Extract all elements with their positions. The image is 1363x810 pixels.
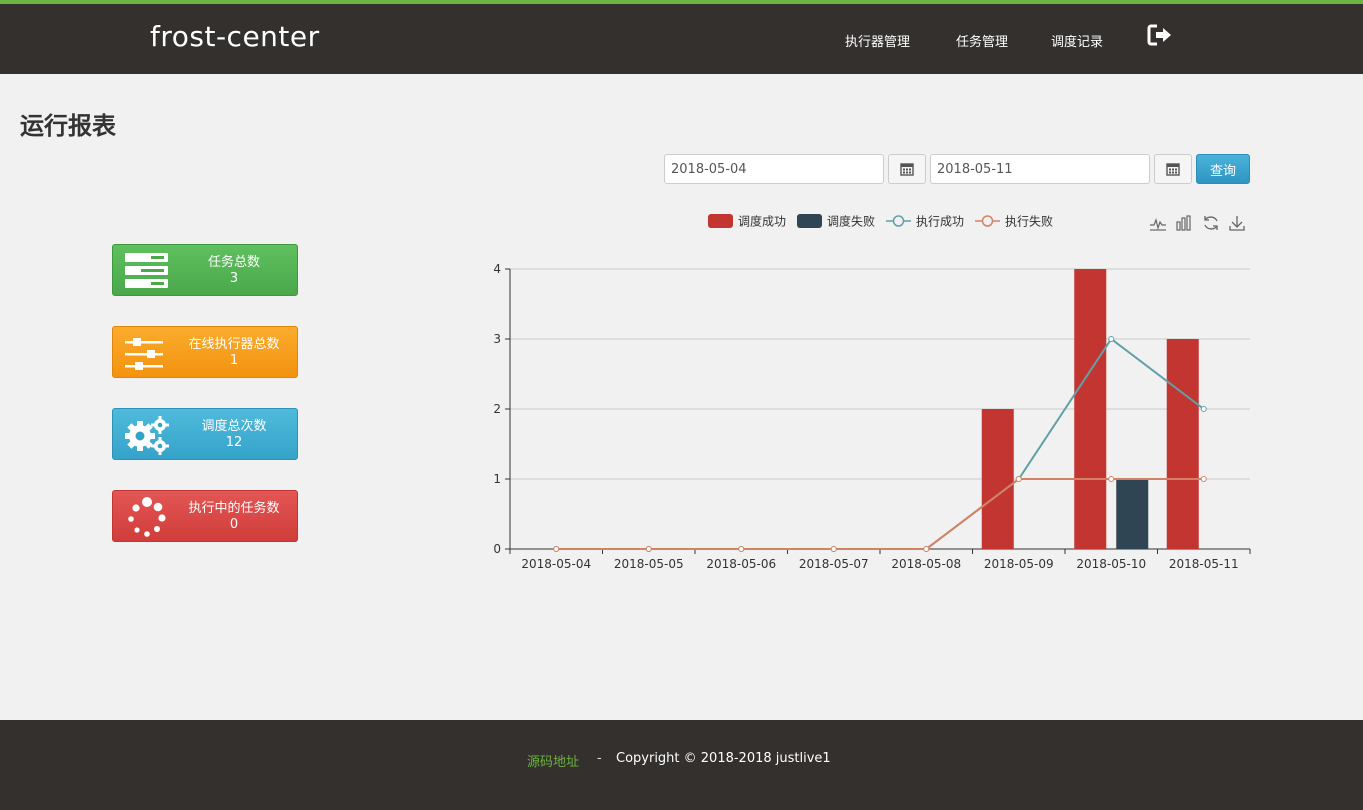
card-value: 1: [229, 353, 239, 368]
page-title: 运行报表: [20, 112, 116, 140]
card-online-executors: 在线执行器总数 1: [112, 326, 298, 378]
y-tick-label: 0: [493, 542, 501, 556]
data-point: [645, 546, 652, 552]
end-date-input[interactable]: [930, 154, 1150, 184]
data-point: [738, 546, 745, 552]
y-tick-label: 1: [493, 472, 501, 486]
data-point: [830, 546, 837, 552]
calendar-icon: [1166, 163, 1180, 176]
card-value: 3: [229, 271, 239, 286]
card-total-tasks: 任务总数 3: [112, 244, 298, 296]
data-point: [830, 546, 837, 552]
x-tick-label: 2018-05-04: [521, 557, 591, 571]
y-tick-label: 3: [493, 332, 501, 346]
data-point: [553, 546, 560, 552]
line-chart-icon[interactable]: [1150, 218, 1166, 231]
data-point: [645, 546, 652, 552]
bar-chart-icon[interactable]: [1176, 215, 1191, 231]
gears-icon: [125, 416, 169, 455]
data-point: [1015, 476, 1022, 482]
data-point: [553, 546, 560, 552]
legend-label: 调度失败: [827, 214, 875, 229]
page-footer: 源码地址 - Copyright © 2018-2018 justlive1: [0, 720, 1363, 810]
sliders-icon: [125, 338, 163, 370]
card-title: 任务总数: [207, 255, 260, 270]
data-point: [1200, 406, 1207, 412]
legend-label: 执行失败: [1005, 214, 1053, 229]
data-point: [1108, 476, 1115, 482]
x-tick-label: 2018-05-10: [1076, 557, 1146, 571]
x-tick-label: 2018-05-05: [614, 557, 684, 571]
series-line-exec-failure: [556, 478, 1204, 550]
top-navbar: frost-center 执行器管理 任务管理 调度记录: [0, 0, 1363, 74]
spinner-icon: [128, 497, 166, 537]
footer-separator: -: [597, 751, 602, 766]
nav-task-management[interactable]: 任务管理: [956, 31, 1008, 50]
nav-executor-management[interactable]: 执行器管理: [845, 31, 910, 50]
card-value: 0: [229, 517, 239, 532]
card-total-dispatches: 调度总次数 12: [112, 408, 298, 460]
bar-dispatch-success: [1074, 269, 1107, 549]
brand-logo[interactable]: frost-center: [150, 20, 320, 53]
download-icon[interactable]: [1229, 216, 1245, 231]
calendar-icon: [900, 163, 914, 176]
server-icon: [125, 253, 168, 288]
nav-dispatch-log[interactable]: 调度记录: [1051, 31, 1103, 50]
data-point: [1015, 476, 1022, 482]
legend-swatch-marker: [892, 215, 905, 227]
refresh-icon[interactable]: [1204, 216, 1218, 230]
x-tick-label: 2018-05-08: [891, 557, 961, 571]
x-tick-label: 2018-05-07: [799, 557, 869, 571]
data-point: [923, 546, 930, 552]
data-point: [1108, 336, 1115, 342]
copyright-text: Copyright © 2018-2018 justlive1: [616, 751, 831, 766]
x-tick-label: 2018-05-11: [1169, 557, 1239, 571]
bar-dispatch-failure: [1116, 479, 1149, 549]
y-tick-label: 2: [493, 402, 501, 416]
legend-swatch: [797, 214, 822, 228]
card-running-tasks: 执行中的任务数 0: [112, 490, 298, 542]
chart-legend: 调度成功 调度失败 执行成功 执行失败: [708, 214, 1053, 229]
data-point: [738, 546, 745, 552]
x-tick-label: 2018-05-06: [706, 557, 776, 571]
sign-out-icon[interactable]: [1146, 23, 1174, 51]
bar-dispatch-success: [981, 409, 1014, 549]
card-title: 执行中的任务数: [188, 501, 280, 516]
x-tick-label: 2018-05-09: [984, 557, 1054, 571]
card-title: 在线执行器总数: [188, 337, 280, 352]
query-button[interactable]: 查询: [1196, 154, 1250, 184]
start-date-calendar-button[interactable]: [888, 154, 926, 184]
legend-swatch-marker: [981, 215, 994, 227]
source-code-link[interactable]: 源码地址: [527, 751, 579, 770]
start-date-input[interactable]: [664, 154, 884, 184]
end-date-calendar-button[interactable]: [1154, 154, 1192, 184]
series-line-exec-success: [556, 337, 1205, 550]
data-point: [1200, 476, 1207, 482]
bar-dispatch-success: [1166, 339, 1199, 549]
legend-label: 调度成功: [738, 214, 786, 229]
chart-toolbox: [1150, 215, 1245, 231]
card-title: 调度总次数: [201, 419, 267, 434]
y-tick-label: 4: [493, 262, 501, 276]
legend-swatch: [708, 214, 733, 228]
data-point: [923, 546, 930, 552]
card-value: 12: [225, 435, 243, 450]
legend-label: 执行成功: [916, 215, 964, 229]
